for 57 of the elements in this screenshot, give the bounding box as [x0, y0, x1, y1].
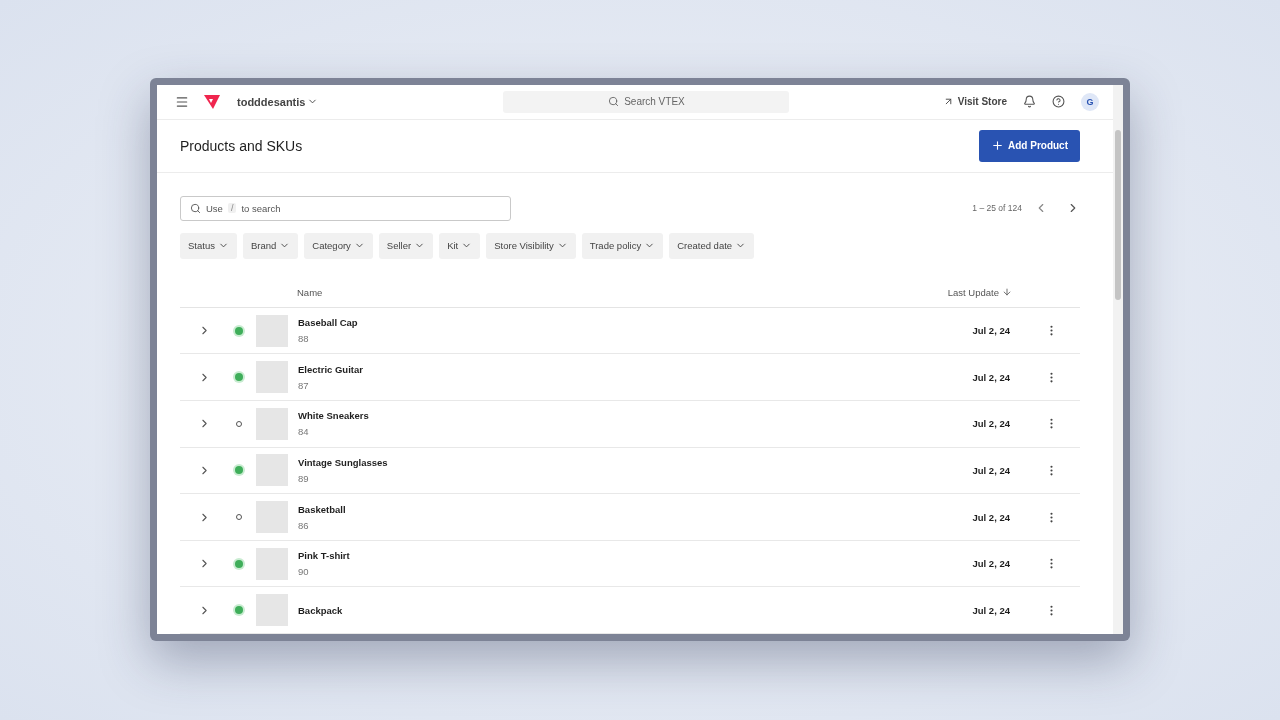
user-avatar[interactable]: G [1081, 92, 1099, 111]
photo-placeholder [256, 594, 288, 627]
help-icon[interactable] [1052, 95, 1065, 109]
product-name[interactable]: Backpack [298, 604, 343, 616]
search-icon [608, 96, 620, 108]
search-icon [190, 202, 201, 214]
photo-placeholder [256, 361, 288, 394]
visit-store-link[interactable]: Visit Store [942, 96, 1007, 108]
product-id: 88 [298, 333, 310, 345]
date-cell: Jul 2, 24 [972, 464, 1010, 476]
scrollbar[interactable] [1113, 85, 1123, 634]
date-cell: Jul 2, 24 [972, 604, 1010, 616]
date-cell: Jul 2, 24 [972, 558, 1010, 570]
filter-dropdown[interactable]: Trade policy [581, 232, 664, 259]
filter-dropdown[interactable]: Store Visibility [486, 232, 576, 259]
photo-placeholder [256, 314, 288, 347]
search-field[interactable]: Search VTEX [503, 90, 790, 113]
placeholder-text: Use [206, 202, 223, 214]
filter-dropdown[interactable]: Category [304, 232, 373, 259]
date-cell: Jul 2, 24 [972, 418, 1010, 430]
filter-dropdown[interactable]: Status [180, 232, 237, 259]
product-id: 86 [298, 519, 310, 531]
filter-dropdown[interactable]: Seller [378, 232, 434, 259]
date-cell: Jul 2, 24 [972, 371, 1010, 383]
bell-icon[interactable] [1023, 95, 1036, 109]
sort-arrow-icon [1002, 287, 1012, 298]
filter-dropdown[interactable]: Kit [439, 232, 481, 259]
product-name[interactable]: Basketball [298, 503, 346, 515]
product-name[interactable]: Electric Guitar [298, 363, 363, 375]
page-title: Products and SKUs [180, 137, 303, 154]
product-id: 90 [298, 566, 310, 578]
logo-icon [203, 93, 221, 110]
search-field[interactable]: Use / to search [180, 195, 511, 221]
product-name[interactable]: Baseball Cap [298, 317, 358, 329]
photo-placeholder [256, 454, 288, 487]
menu-icon[interactable] [175, 94, 189, 109]
date-cell: Jul 2, 24 [972, 511, 1010, 523]
photo-placeholder [256, 407, 288, 440]
product-id: 84 [298, 426, 310, 438]
sort-column-header[interactable]: Last Update [947, 286, 1012, 298]
product-name[interactable]: White Sneakers [298, 410, 369, 422]
account-dropdown[interactable]: todddesantis [237, 95, 319, 108]
page-range: 1 – 25 of 124 [972, 203, 1022, 214]
filter-dropdown[interactable]: Brand [242, 232, 299, 259]
product-name[interactable]: Vintage Sunglasses [298, 456, 388, 468]
column-header: Name [297, 286, 323, 298]
filter-dropdown[interactable]: Created date [669, 232, 755, 259]
product-id: 89 [298, 472, 310, 484]
add-product-button[interactable]: Add Product [979, 129, 1080, 162]
date-cell: Jul 2, 24 [972, 325, 1010, 337]
placeholder-text: to search [241, 202, 281, 214]
product-name[interactable]: Pink T-shirt [298, 550, 350, 562]
photo-placeholder [256, 501, 288, 533]
plus-icon [991, 139, 1004, 153]
photo-placeholder [256, 547, 288, 580]
product-id: 87 [298, 379, 310, 391]
shortcut-key: / [227, 203, 237, 214]
